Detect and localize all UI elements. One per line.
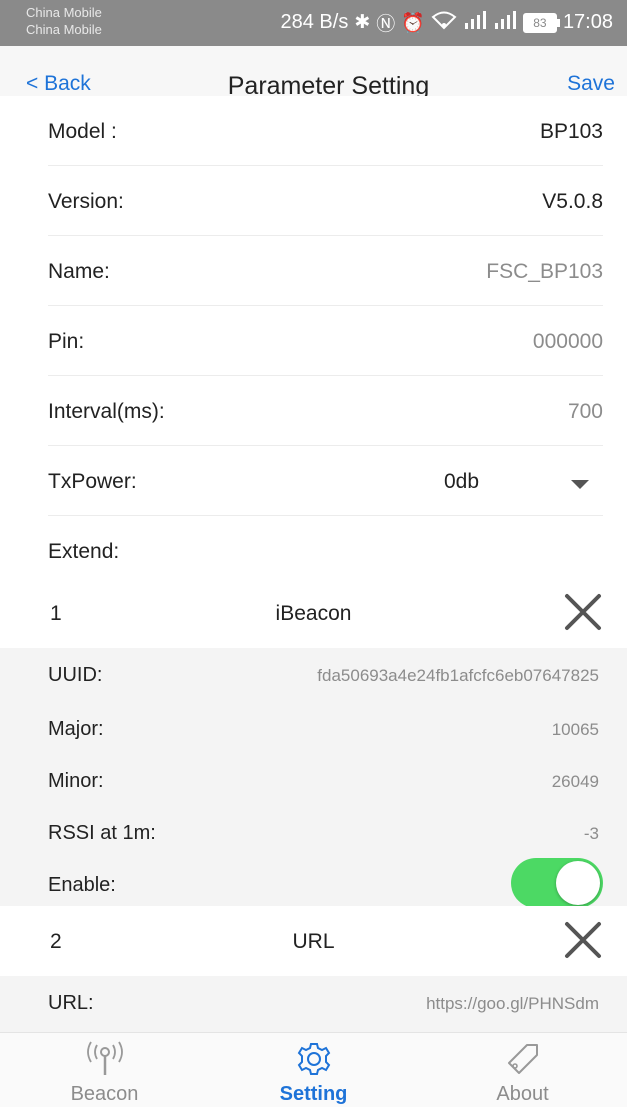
url-row[interactable]: URL: https://goo.gl/PHNSdm: [48, 976, 599, 1030]
minor-input[interactable]: 26049: [552, 772, 599, 792]
rssi-label: RSSI at 1m:: [48, 822, 156, 844]
uuid-label: UUID:: [48, 664, 103, 686]
major-input[interactable]: 10065: [552, 720, 599, 740]
name-label: Name:: [48, 260, 110, 283]
name-row[interactable]: Name: FSC_BP103: [48, 236, 603, 306]
rssi-row[interactable]: RSSI at 1m: -3: [48, 806, 599, 860]
model-value: BP103: [539, 120, 603, 143]
extend-label: Extend:: [48, 540, 120, 563]
network-speed: 284 B/s: [280, 11, 349, 33]
slot-2-details: URL: https://goo.gl/PHNSdm: [0, 976, 627, 1032]
tag-icon: [418, 1041, 627, 1077]
tab-bar: Beacon Setting About: [0, 1032, 627, 1107]
slot-2-header: 2 URL: [0, 906, 627, 976]
tab-setting-label: Setting: [279, 1083, 348, 1105]
wifi-icon: [431, 10, 457, 36]
bluetooth-icon: ✱: [354, 12, 371, 33]
carrier-1: China Mobile: [26, 5, 102, 20]
slot-1-type: iBeacon: [275, 602, 352, 625]
dropdown-arrow-icon[interactable]: [571, 480, 589, 489]
signal-icon-1: [463, 10, 487, 35]
nfc-icon: Ⓝ: [376, 14, 396, 35]
beacon-icon: [0, 1041, 209, 1077]
rssi-input[interactable]: -3: [584, 824, 599, 844]
uuid-input[interactable]: fda50693a4e24fb1afcfc6eb07647825: [317, 666, 599, 686]
slot-1-details: UUID: fda50693a4e24fb1afcfc6eb07647825 M…: [0, 648, 627, 908]
minor-row[interactable]: Minor: 26049: [48, 754, 599, 808]
name-input[interactable]: FSC_BP103: [486, 260, 603, 284]
signal-icon-2: [493, 10, 517, 35]
txpower-select[interactable]: 0db: [444, 470, 479, 494]
battery-icon: 83: [522, 12, 560, 33]
toggle-knob: [556, 861, 600, 905]
alarm-icon: ⏰: [401, 12, 425, 34]
uuid-row[interactable]: UUID: fda50693a4e24fb1afcfc6eb07647825: [48, 648, 599, 702]
model-row: Model : BP103: [48, 96, 603, 166]
device-fields: Model : BP103 Version: V5.0.8 Name: FSC_…: [0, 96, 627, 586]
version-value: V5.0.8: [542, 190, 603, 213]
major-label: Major:: [48, 718, 104, 740]
minor-label: Minor:: [48, 770, 104, 792]
status-icons: 284 B/s ✱ Ⓝ ⏰ 83 17:08: [280, 9, 613, 36]
pin-row[interactable]: Pin: 000000: [48, 306, 603, 376]
txpower-label: TxPower:: [48, 470, 137, 493]
gear-icon: [209, 1041, 418, 1077]
slot-1-header: 1 iBeacon: [0, 578, 627, 648]
slot-2-type: URL: [292, 930, 335, 953]
carrier-2: China Mobile: [26, 22, 102, 37]
tab-about-label: About: [496, 1083, 549, 1105]
close-icon[interactable]: [563, 920, 603, 960]
enable-toggle[interactable]: [511, 858, 603, 908]
tab-about[interactable]: About: [418, 1033, 627, 1107]
tab-beacon[interactable]: Beacon: [0, 1033, 209, 1107]
interval-label: Interval(ms):: [48, 400, 165, 423]
url-label: URL:: [48, 992, 94, 1014]
version-label: Version:: [48, 190, 124, 213]
interval-input[interactable]: 700: [568, 400, 603, 424]
save-button[interactable]: Save: [567, 72, 615, 96]
interval-row[interactable]: Interval(ms): 700: [48, 376, 603, 446]
enable-label: Enable:: [48, 874, 116, 896]
url-input[interactable]: https://goo.gl/PHNSdm: [426, 994, 599, 1014]
status-bar: China Mobile China Mobile 284 B/s ✱ Ⓝ ⏰ …: [0, 0, 627, 46]
pin-input[interactable]: 000000: [533, 330, 603, 354]
major-row[interactable]: Major: 10065: [48, 702, 599, 756]
tab-beacon-label: Beacon: [70, 1083, 139, 1105]
model-label: Model :: [48, 120, 117, 143]
pin-label: Pin:: [48, 330, 85, 353]
version-row: Version: V5.0.8: [48, 166, 603, 236]
extend-row: Extend:: [48, 516, 603, 586]
close-icon[interactable]: [563, 592, 603, 632]
carrier-info: China Mobile China Mobile: [26, 4, 102, 38]
clock: 17:08: [562, 11, 613, 33]
txpower-row[interactable]: TxPower: 0db: [48, 446, 603, 516]
tab-setting[interactable]: Setting: [209, 1033, 418, 1107]
